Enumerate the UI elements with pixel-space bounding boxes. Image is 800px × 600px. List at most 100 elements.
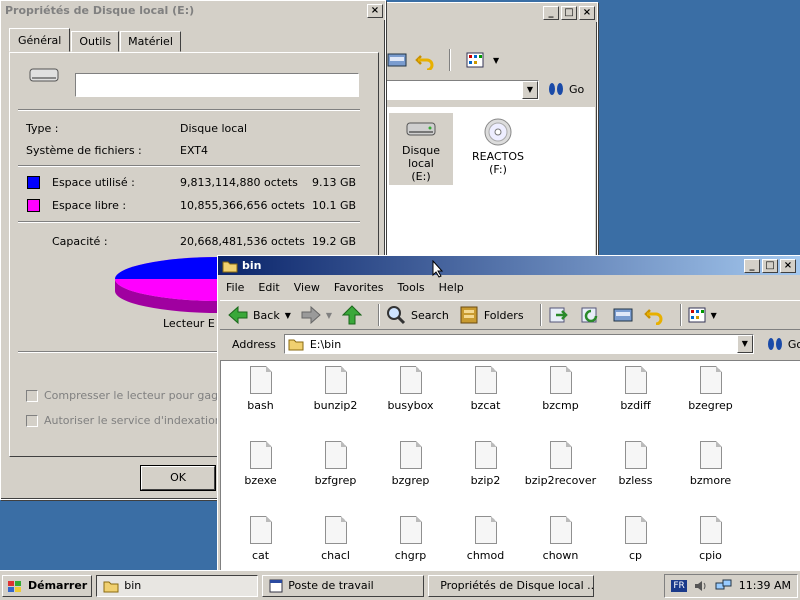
file-label: bzexe — [244, 474, 277, 487]
folder-icon — [103, 581, 119, 592]
taskbar-item-my-computer[interactable]: Poste de travail — [262, 574, 425, 597]
file-item[interactable]: chmod — [448, 516, 523, 562]
menu-view[interactable]: View — [294, 281, 320, 294]
tab-general[interactable]: Général — [9, 28, 71, 52]
network-icon[interactable] — [715, 579, 733, 593]
views-icon[interactable] — [465, 50, 485, 70]
volume-label-input[interactable] — [75, 73, 359, 97]
file-item[interactable]: bzless — [598, 441, 673, 487]
go-button[interactable]: Go — [766, 336, 800, 352]
file-icon — [324, 516, 347, 544]
file-icon — [699, 441, 722, 469]
file-icon — [474, 516, 497, 544]
properties-title: Propriétés de Disque local (E:) — [5, 4, 195, 17]
close-button[interactable]: × — [780, 258, 796, 273]
menu-file[interactable]: File — [226, 281, 244, 294]
views-dropdown-arrow[interactable]: ▼ — [711, 311, 717, 320]
file-icon — [624, 366, 647, 394]
menu-help[interactable]: Help — [439, 281, 464, 294]
file-item[interactable]: chacl — [298, 516, 373, 562]
disk-cleanup-icon[interactable] — [387, 50, 407, 70]
undo-button[interactable] — [643, 305, 664, 325]
my-computer-titlebar[interactable]: _ □ × — [383, 3, 597, 22]
search-icon — [387, 306, 406, 325]
file-item[interactable]: bzdiff — [598, 366, 673, 412]
file-label: bzgrep — [391, 474, 430, 487]
file-item[interactable]: bzip2 — [448, 441, 523, 487]
search-button[interactable]: Search — [386, 305, 449, 325]
disk-cleanup-button[interactable] — [612, 305, 634, 325]
file-item[interactable]: cpio — [673, 516, 748, 562]
file-icon — [249, 366, 272, 394]
file-item[interactable]: bunzip2 — [298, 366, 373, 412]
menu-favorites[interactable]: Favorites — [334, 281, 384, 294]
back-dropdown-arrow[interactable]: ▼ — [285, 311, 291, 320]
cd-rom-icon — [484, 118, 512, 146]
file-item[interactable]: cp — [598, 516, 673, 562]
file-item[interactable]: chgrp — [373, 516, 448, 562]
taskbar-item-bin[interactable]: bin — [96, 574, 259, 597]
bin-titlebar[interactable]: bin _ □ × — [218, 256, 800, 275]
close-button[interactable]: × — [579, 5, 595, 20]
minimize-button[interactable]: _ — [744, 258, 760, 273]
drive-e-item[interactable]: Disque local (E:) — [389, 113, 453, 185]
taskbar-item-properties[interactable]: Propriétés de Disque local ... — [428, 574, 595, 597]
file-item[interactable]: bash — [223, 366, 298, 412]
my-computer-go-button[interactable]: Go — [547, 81, 584, 97]
ok-button[interactable]: OK — [140, 465, 216, 491]
tab-tools[interactable]: Outils — [71, 31, 120, 52]
minimize-button[interactable]: _ — [543, 5, 559, 20]
my-computer-toolbar: ▼ — [387, 49, 499, 71]
file-label: bzegrep — [688, 399, 733, 412]
file-item[interactable]: chown — [523, 516, 598, 562]
file-item[interactable]: busybox — [373, 366, 448, 412]
undo-icon[interactable] — [415, 50, 435, 70]
back-button[interactable]: Back ▼ — [228, 306, 291, 324]
copy-to-button[interactable] — [580, 305, 602, 325]
file-item[interactable]: bzcmp — [523, 366, 598, 412]
tab-hardware[interactable]: Matériel — [120, 31, 181, 52]
file-item[interactable]: cat — [223, 516, 298, 562]
menu-edit[interactable]: Edit — [258, 281, 279, 294]
file-item[interactable]: bzfgrep — [298, 441, 373, 487]
drive-f-item[interactable]: REACTOS (F:) — [467, 113, 529, 178]
address-dropdown-arrow[interactable]: ▼ — [522, 81, 538, 99]
move-to-button[interactable] — [548, 305, 570, 325]
file-item[interactable]: bzip2recover — [523, 441, 598, 487]
file-item[interactable]: bzgrep — [373, 441, 448, 487]
file-icon — [549, 516, 572, 544]
file-label: bzless — [618, 474, 653, 487]
file-item[interactable]: bzegrep — [673, 366, 748, 412]
file-item[interactable]: bzcat — [448, 366, 523, 412]
forward-dropdown-arrow[interactable]: ▼ — [326, 311, 332, 320]
up-arrow-icon — [342, 305, 363, 325]
back-arrow-icon — [228, 306, 248, 324]
views-dropdown-arrow[interactable]: ▼ — [493, 56, 499, 65]
volume-icon[interactable] — [693, 579, 709, 593]
forward-arrow-icon — [301, 306, 321, 324]
close-button[interactable]: × — [367, 3, 383, 18]
free-color-swatch — [27, 199, 40, 212]
indexing-checkbox[interactable]: Autoriser le service d'indexation à in — [26, 414, 246, 427]
forward-button[interactable]: ▼ — [301, 306, 332, 324]
properties-titlebar[interactable]: Propriétés de Disque local (E:) × — [1, 1, 385, 20]
file-label: cp — [628, 549, 643, 562]
maximize-button[interactable]: □ — [762, 258, 778, 273]
up-button[interactable] — [342, 305, 363, 325]
views-button[interactable]: ▼ — [688, 307, 717, 323]
file-label: bzip2 — [470, 474, 501, 487]
maximize-button[interactable]: □ — [561, 5, 577, 20]
file-item[interactable]: bzexe — [223, 441, 298, 487]
start-button[interactable]: Démarrer — [2, 574, 93, 597]
menu-tools[interactable]: Tools — [398, 281, 425, 294]
folders-button[interactable]: Folders — [459, 305, 524, 325]
my-computer-address-field[interactable]: ▼ — [385, 80, 539, 100]
my-computer-content: Disque local (E:) REACTOS (F:) — [385, 107, 595, 257]
language-indicator[interactable]: FR — [671, 579, 687, 592]
bin-window-title: bin — [242, 259, 262, 272]
compress-checkbox[interactable]: Compresser le lecteur pour gagner d — [26, 389, 247, 402]
address-dropdown-arrow[interactable]: ▼ — [736, 335, 753, 353]
file-item[interactable]: bzmore — [673, 441, 748, 487]
file-label: busybox — [387, 399, 434, 412]
address-input[interactable]: E:\bin ▼ — [283, 334, 754, 354]
